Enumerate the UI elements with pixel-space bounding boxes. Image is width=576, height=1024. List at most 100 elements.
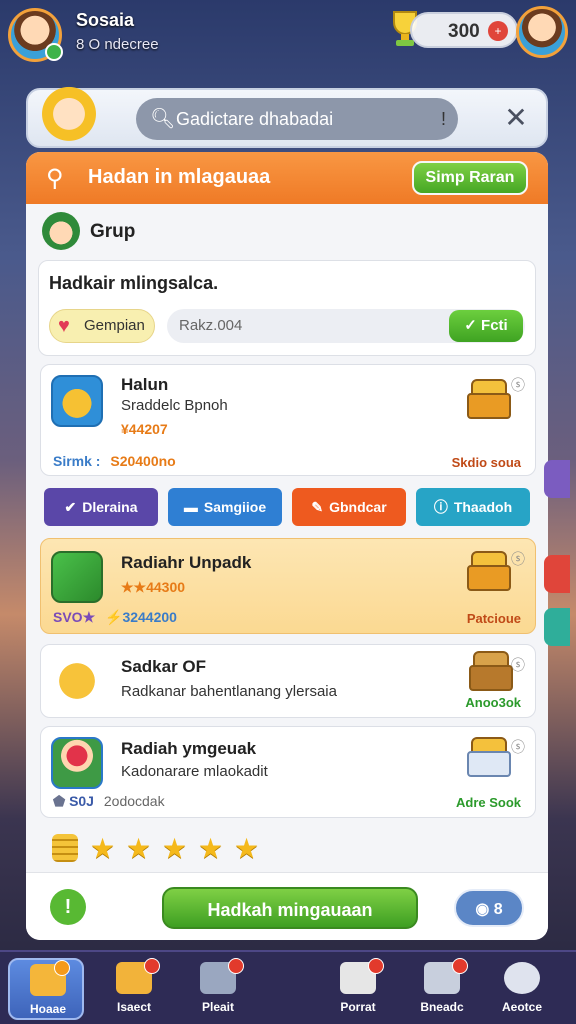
- rating-stars: ★ ★ ★ ★ ★: [52, 832, 352, 866]
- info-button[interactable]: !: [50, 889, 86, 925]
- list-item[interactable]: Sadkar OF Radkanar bahentlanang ylersaia…: [40, 644, 536, 718]
- grid-icon: [504, 962, 540, 994]
- search-panel: 🔍︎ Gadictare dhabadai ! ✕: [26, 86, 548, 148]
- side-notification-icon[interactable]: [544, 555, 570, 593]
- item-subtitle: Radkanar bahentlanang ylersaia: [121, 683, 337, 700]
- nav-item-home[interactable]: Hoaae: [8, 958, 84, 1020]
- header-action-button[interactable]: Simp Raran: [412, 161, 528, 195]
- notification-dot: [228, 958, 244, 974]
- nav-item-play[interactable]: Pleait: [180, 958, 256, 1020]
- player-subtitle: 8 O ndecree: [76, 36, 159, 53]
- message-input[interactable]: Rakz.004 ✓ Fcti: [167, 309, 525, 343]
- share-icon[interactable]: ⓢ: [511, 549, 525, 569]
- star-icon: ★: [198, 833, 224, 864]
- player-avatar[interactable]: [8, 8, 63, 62]
- submit-label: Fcti: [481, 317, 508, 334]
- side-reward-icon[interactable]: [544, 608, 570, 646]
- list-item[interactable]: Radiah ymgeuak Kadonarare mlaokadit ⬟ S0…: [40, 726, 536, 818]
- main-panel: ⚲ Hadan in mlagauaa Simp Raran Grup Hadk…: [26, 152, 548, 940]
- panel-footer: ! Hadkah mingauaan ◉ 8: [26, 872, 548, 940]
- coins-icon: [51, 375, 103, 427]
- star-icon: ★: [162, 833, 188, 864]
- coin-stack-icon: [51, 655, 103, 707]
- alert-icon: !: [440, 109, 446, 129]
- character-icon: [51, 737, 103, 789]
- category-button[interactable]: ⓘ Thaadoh: [416, 488, 530, 526]
- item-right-label: Adre Sook: [455, 795, 521, 810]
- group-avatar: [42, 212, 80, 250]
- board-icon: [51, 551, 103, 603]
- category-tabs: ✔ Dleraina ▬ Samgiioe ✎ Gbndcar ⓘ Thaadoh: [42, 488, 534, 528]
- panel-title: Hadan in mlagauaa: [88, 166, 271, 188]
- player-name: Sosaia: [76, 10, 135, 30]
- item-title: Radiahr Unpadk: [121, 553, 252, 572]
- card-icon: ▬: [183, 499, 198, 515]
- currency-display[interactable]: 300 +: [410, 12, 518, 48]
- online-badge-icon: [45, 43, 63, 61]
- friend-avatar[interactable]: [516, 6, 568, 58]
- nav-item-shop[interactable]: Isaect: [96, 958, 172, 1020]
- currency-value: 300: [448, 21, 480, 42]
- nav-item-more[interactable]: Aeotce: [484, 958, 560, 1020]
- pencil-icon: ✎: [311, 499, 324, 515]
- nav-item-portal[interactable]: Porrat: [320, 958, 396, 1020]
- info-icon: ⓘ: [433, 499, 448, 515]
- item-footer: ⬟ S0J 2odocdak: [53, 793, 165, 810]
- item-footer: SVO★ ⚡3244200: [53, 609, 177, 626]
- search-placeholder: Gadictare dhabadai: [176, 109, 334, 129]
- check-icon: ✔: [64, 499, 77, 515]
- notification-dot: [368, 958, 384, 974]
- coin-stack-icon: [52, 834, 78, 862]
- message-input-value: Rakz.004: [179, 317, 243, 334]
- treasure-chest-icon: [467, 379, 511, 419]
- nav-label: Pleait: [201, 1000, 234, 1014]
- category-button[interactable]: ✎ Gbndcar: [292, 488, 406, 526]
- mascot-icon: [38, 86, 100, 148]
- search-icon: ⚲: [46, 165, 64, 192]
- item-price: ★★44300: [121, 579, 186, 595]
- count-button[interactable]: ◉ 8: [454, 889, 524, 927]
- category-button[interactable]: ✔ Dleraina: [44, 488, 158, 526]
- treasure-chest-icon: [467, 551, 511, 591]
- item-title: Radiah ymgeuak: [121, 739, 257, 758]
- search-input[interactable]: 🔍︎ Gadictare dhabadai !: [136, 98, 458, 140]
- nav-label: Porrat: [340, 1000, 376, 1014]
- category-label: Gbndcar: [329, 499, 387, 515]
- nav-label: Bneadc: [420, 1000, 464, 1014]
- item-footer: Sirmk : S20400no: [53, 453, 176, 469]
- item-subtitle: Sraddelc Bpnoh: [121, 397, 228, 414]
- item-subtitle: Kadonarare mlaokadit: [121, 763, 268, 780]
- campaign-button[interactable]: ♥ Gempian: [49, 309, 155, 343]
- item-title: Sadkar OF: [121, 657, 207, 676]
- item-right-label: Patcioue: [466, 611, 521, 626]
- list-item[interactable]: Halun Sraddelc Bpnoh ¥44207 Sirmk : S204…: [40, 364, 536, 476]
- primary-action-button[interactable]: Hadkah mingauaan: [162, 887, 418, 929]
- group-row[interactable]: Grup: [42, 212, 532, 252]
- share-icon[interactable]: ⓢ: [511, 737, 525, 757]
- nav-label: Isaect: [116, 1000, 152, 1014]
- share-icon[interactable]: ⓢ: [511, 655, 525, 675]
- side-event-icon[interactable]: [544, 460, 570, 498]
- bottom-nav: Hoaae Isaect Pleait Porrat Bneadc Aeotce: [0, 950, 576, 1024]
- category-label: Samgiioe: [203, 499, 267, 515]
- item-foot-label: S0J: [69, 793, 94, 809]
- item-foot-label: Sirmk :: [53, 453, 101, 469]
- item-title: Halun: [121, 375, 169, 394]
- share-icon[interactable]: ⓢ: [511, 375, 525, 395]
- submit-button[interactable]: ✓ Fcti: [449, 310, 523, 342]
- add-currency-icon[interactable]: +: [488, 21, 508, 41]
- nav-label: Aeotce: [501, 1000, 542, 1014]
- nav-label: Hoaae: [29, 1002, 67, 1016]
- star-icon: ★: [234, 833, 260, 864]
- item-right-label: Anoo3ok: [465, 695, 521, 710]
- item-right-label: Skdio soua: [451, 455, 521, 470]
- category-button[interactable]: ▬ Samgiioe: [168, 488, 282, 526]
- message-text: Hadkair mlingsalca.: [49, 273, 219, 293]
- star-icon: ★: [90, 833, 116, 864]
- nav-item-chat[interactable]: Bneadc: [404, 958, 480, 1020]
- item-foot-label: SVO★: [53, 609, 96, 625]
- notification-dot: [452, 958, 468, 974]
- list-item[interactable]: Radiahr Unpadk ★★44300 SVO★ ⚡3244200 ⓢ P…: [40, 538, 536, 634]
- close-button[interactable]: ✕: [500, 102, 532, 134]
- star-icon: ★: [126, 833, 152, 864]
